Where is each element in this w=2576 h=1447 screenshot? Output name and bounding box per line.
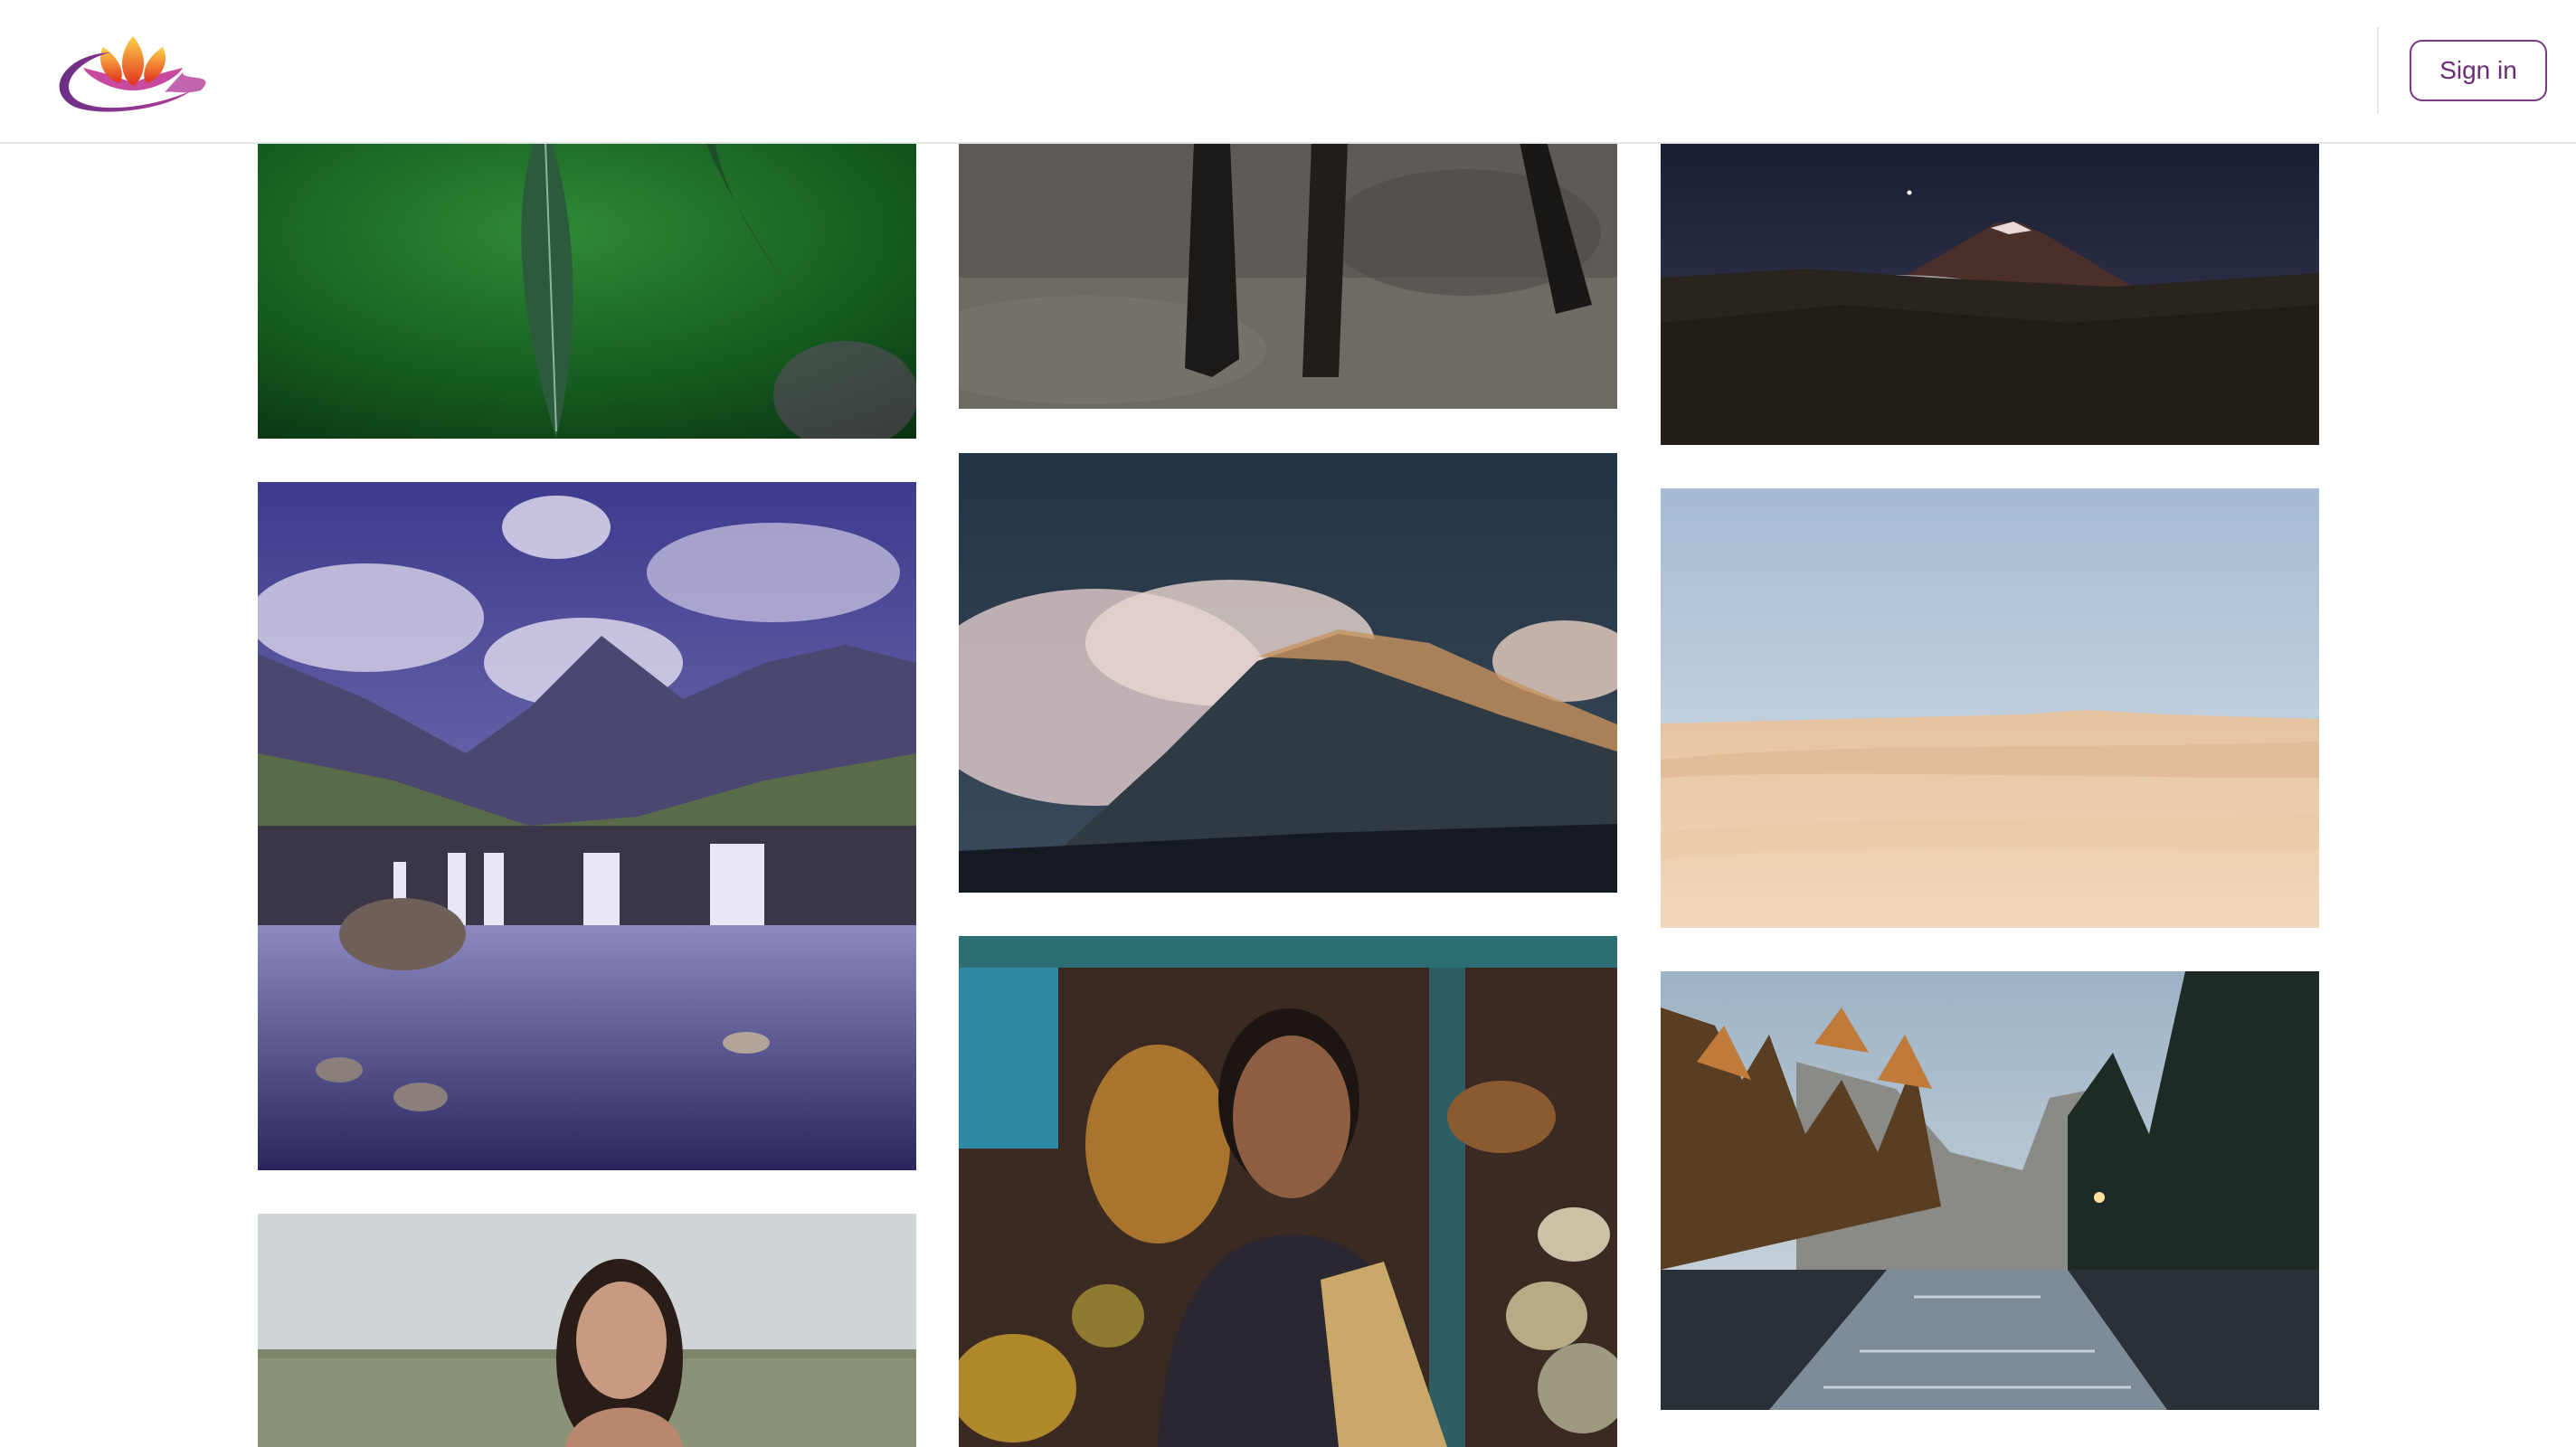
sign-in-button[interactable]: Sign in [2410,40,2547,101]
photo-tile-woman-meditating[interactable] [258,1214,916,1447]
photo-tile-volcano-night[interactable] [1661,142,2319,445]
photo-tile-animal-legs[interactable] [959,142,1617,409]
photo-tile-woman-market[interactable] [959,936,1617,1447]
photo-tile-misty-hill-night[interactable] [959,453,1617,893]
photo-tile-waterfall-mountains[interactable] [258,482,916,1170]
lotus-logo-icon[interactable] [47,27,217,123]
photo-tile-leaf[interactable] [258,142,916,439]
header-divider [2377,27,2379,114]
photo-tile-forest-river-valley[interactable] [1661,971,2319,1410]
photo-tile-desert-dunes[interactable] [1661,488,2319,928]
top-header: Sign in [0,0,2576,144]
photo-gallery [0,0,2576,1447]
